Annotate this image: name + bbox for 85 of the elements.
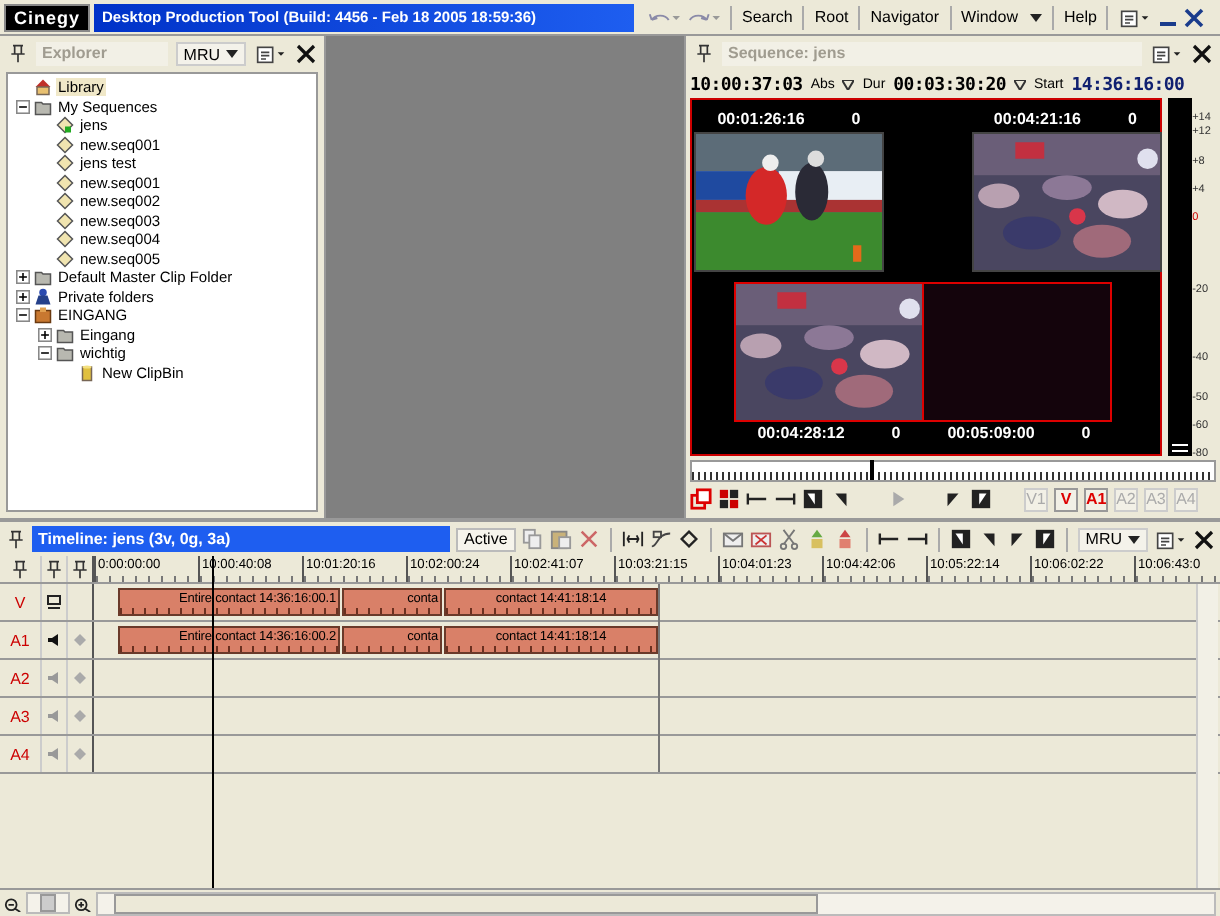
panel-title: Explorer [36, 42, 168, 66]
logo: Cinegy [4, 3, 91, 31]
delete-icon[interactable] [577, 528, 600, 550]
monitor-icon[interactable] [46, 594, 62, 610]
menu-item[interactable]: Window [961, 8, 1018, 26]
filter-icon[interactable] [842, 80, 855, 90]
speaker-icon[interactable] [46, 632, 62, 648]
close-icon[interactable] [1184, 7, 1205, 27]
expand-icon[interactable] [16, 270, 30, 285]
diamond-icon [56, 116, 74, 135]
overlap-squares-icon[interactable] [690, 488, 712, 510]
menu-item[interactable]: Root [814, 8, 849, 26]
go-to-end-icon[interactable] [774, 488, 796, 510]
panel-title: Timeline: jens (3v, 0g, 3a) [32, 526, 450, 552]
curve-icon[interactable] [649, 528, 672, 550]
mark-in-icon[interactable] [802, 488, 824, 510]
caret-icon[interactable] [226, 50, 238, 58]
tile-timecode: 00:04:28:12 [757, 422, 845, 446]
pin-icon[interactable] [10, 559, 30, 579]
position-timecode: 10:00:37:03 [690, 75, 803, 95]
pin-icon[interactable] [6, 529, 26, 549]
close-icon[interactable] [296, 44, 316, 64]
diamond-icon[interactable] [677, 528, 700, 550]
box-icon [34, 306, 52, 325]
caret-icon[interactable] [1029, 13, 1042, 21]
paste-icon[interactable] [549, 528, 572, 550]
properties-icon[interactable] [254, 44, 288, 64]
properties-icon[interactable] [1154, 529, 1188, 549]
caret-icon[interactable] [1128, 535, 1140, 543]
panel-title: Sequence: jens [722, 42, 1142, 66]
mark-in-icon[interactable] [949, 528, 972, 550]
close-icon[interactable] [1194, 529, 1214, 549]
mark-out-icon[interactable] [1033, 528, 1056, 550]
close-icon[interactable] [1192, 44, 1212, 64]
track-toggle[interactable]: V [1054, 487, 1078, 511]
pin-icon[interactable] [694, 44, 714, 64]
mark-out-icon[interactable] [942, 488, 964, 510]
menu-item[interactable]: Navigator [870, 8, 940, 26]
start-timecode: 14:36:16:00 [1071, 75, 1185, 95]
collapse-icon[interactable] [16, 99, 30, 114]
properties-icon[interactable] [1150, 44, 1184, 64]
go-to-end-icon[interactable] [905, 528, 928, 550]
active-button[interactable]: Active [455, 527, 516, 551]
mru-dropdown[interactable]: MRU [1077, 527, 1148, 551]
folder-icon [34, 268, 52, 287]
mark-out-icon[interactable] [970, 488, 992, 510]
duration-timecode: 00:03:30:20 [893, 75, 1006, 95]
expand-icon[interactable] [16, 289, 30, 304]
collapse-icon[interactable] [38, 346, 52, 361]
expand-icon[interactable] [38, 327, 52, 342]
zoom-slider[interactable] [26, 892, 70, 914]
tile-timecode: 00:01:26:16 [717, 108, 805, 132]
tile-timecode: 00:04:21:16 [993, 108, 1082, 132]
menu-item[interactable]: Search [742, 8, 793, 26]
tile-counter: 0 [1127, 108, 1137, 132]
menu-item[interactable]: Help [1063, 8, 1097, 26]
cylinder-icon [78, 363, 96, 382]
envelope-icon[interactable] [749, 528, 772, 550]
mru-dropdown[interactable]: MRU [175, 42, 246, 66]
tile-counter: 0 [1081, 422, 1091, 446]
zoom-out-icon[interactable] [4, 894, 22, 912]
scissors-icon[interactable] [777, 528, 800, 550]
tile-counter: 0 [891, 422, 901, 446]
vertical-scrollbar[interactable] [1196, 584, 1218, 888]
folder-icon [34, 97, 52, 116]
go-to-start-icon[interactable] [877, 528, 900, 550]
zoom-thumb[interactable] [40, 894, 56, 912]
collapse-icon[interactable] [16, 308, 30, 323]
horizontal-scrollbar[interactable] [96, 891, 1216, 915]
pin-icon[interactable] [8, 44, 28, 64]
grid-icon[interactable] [718, 488, 740, 510]
person-icon [34, 287, 52, 306]
properties-icon[interactable] [1118, 7, 1153, 27]
track-toggle[interactable]: A1 [1084, 487, 1108, 511]
envelope-icon[interactable] [721, 528, 744, 550]
tile-timecode: 00:05:09:00 [947, 422, 1035, 446]
go-to-start-icon[interactable] [746, 488, 768, 510]
zoom-in-icon[interactable] [74, 894, 92, 912]
scrub-bar[interactable] [690, 460, 1216, 482]
house-icon [34, 78, 52, 97]
mark-in-icon[interactable] [830, 488, 852, 510]
filter-icon[interactable] [1013, 80, 1026, 90]
tile-counter: 0 [851, 108, 861, 132]
split-icon[interactable] [621, 528, 644, 550]
scrub-handle[interactable] [869, 460, 874, 480]
